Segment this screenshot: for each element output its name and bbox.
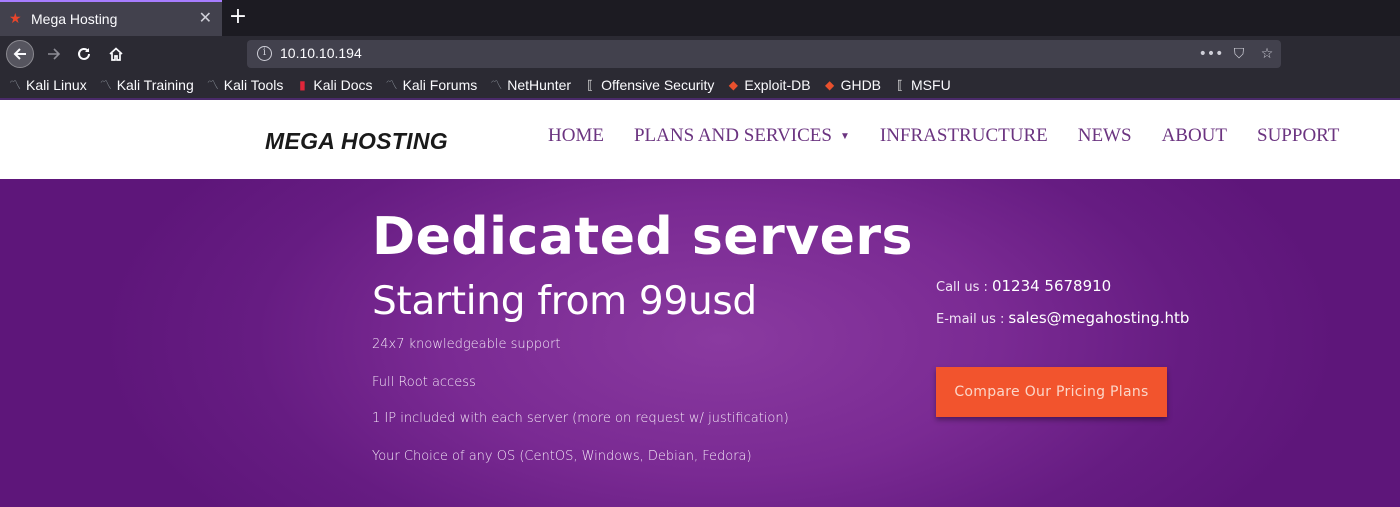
url-actions: ••• ⛉ ☆ <box>1197 40 1281 68</box>
bookmark-kali-linux[interactable]: 〽 Kali Linux <box>8 77 87 93</box>
pocket-icon[interactable]: ⛉ <box>1225 46 1253 62</box>
bookmark-kali-docs[interactable]: ▮ Kali Docs <box>295 77 372 93</box>
reload-button[interactable] <box>70 40 98 68</box>
bookmark-exploit-db[interactable]: ◆ Exploit-DB <box>726 77 811 93</box>
feature-item: Your Choice of any OS (CentOS, Windows, … <box>372 449 752 464</box>
compare-pricing-button[interactable]: Compare Our Pricing Plans <box>936 367 1167 417</box>
menu-plans-and-services[interactable]: PLANS AND SERVICES ▼ <box>634 125 850 147</box>
offsec-icon: ⟦ <box>587 78 594 92</box>
menu-about[interactable]: ABOUT <box>1162 125 1227 147</box>
contact-email: E-mail us : sales@megahosting.htb <box>936 309 1189 327</box>
forward-button[interactable] <box>40 40 68 68</box>
contact-phone: Call us : 01234 5678910 <box>936 277 1111 295</box>
site-header: MEGA HOSTING HOME PLANS AND SERVICES ▼ IN… <box>0 100 1400 179</box>
menu-infrastructure[interactable]: INFRASTRUCTURE <box>880 125 1048 147</box>
star-favicon-icon: ★ <box>9 11 22 27</box>
bookmark-kali-forums[interactable]: 〽 Kali Forums <box>385 77 478 93</box>
kali-dragon-icon: 〽 <box>490 78 503 92</box>
home-icon <box>109 47 123 61</box>
kali-dragon-icon: 〽 <box>385 78 398 92</box>
feature-item: Full Root access <box>372 375 476 390</box>
active-tab[interactable]: ★ Mega Hosting ✕ <box>0 0 222 36</box>
bookmarks-toolbar: 〽 Kali Linux 〽 Kali Training 〽 Kali Tools ▮… <box>0 72 1400 98</box>
site-info-icon[interactable]: i <box>257 46 272 61</box>
bookmark-label: Kali Docs <box>313 77 373 93</box>
new-tab-button[interactable]: + <box>228 6 248 28</box>
bookmark-label: Kali Linux <box>26 77 87 93</box>
kali-docs-icon: ▮ <box>299 78 306 92</box>
bookmark-offensive-security[interactable]: ⟦ Offensive Security <box>583 77 714 93</box>
home-button[interactable] <box>102 40 130 68</box>
site-logo[interactable]: MEGA HOSTING <box>265 128 448 155</box>
menu-support[interactable]: SUPPORT <box>1257 125 1339 147</box>
bookmark-kali-tools[interactable]: 〽 Kali Tools <box>206 77 284 93</box>
bookmark-nethunter[interactable]: 〽 NetHunter <box>489 77 571 93</box>
bookmark-kali-training[interactable]: 〽 Kali Training <box>99 77 194 93</box>
kali-dragon-icon: 〽 <box>206 78 219 92</box>
email-label: E-mail us : <box>936 312 1005 327</box>
menu-news[interactable]: NEWS <box>1078 125 1132 147</box>
reload-icon <box>78 47 90 60</box>
hero-banner: Dedicated servers Starting from 99usd 24… <box>0 179 1400 507</box>
kali-dragon-icon: 〽 <box>99 78 112 92</box>
phone-label: Call us : <box>936 280 988 295</box>
bookmark-label: Exploit-DB <box>744 77 811 93</box>
back-button[interactable] <box>6 40 34 68</box>
main-menu: HOME PLANS AND SERVICES ▼ INFRASTRUCTURE … <box>548 125 1369 147</box>
exploit-db-icon: ◆ <box>728 78 739 92</box>
bookmark-star-icon[interactable]: ☆ <box>1253 46 1281 62</box>
arrow-left-icon <box>13 48 26 60</box>
page-actions-icon[interactable]: ••• <box>1197 46 1225 62</box>
bookmark-label: MSFU <box>911 77 951 93</box>
caret-down-icon: ▼ <box>839 131 850 143</box>
hero-title: Dedicated servers <box>372 207 913 267</box>
bookmark-label: GHDB <box>840 77 882 93</box>
offsec-icon: ⟦ <box>897 78 903 92</box>
bookmark-msfu[interactable]: ⟦ MSFU <box>893 77 951 93</box>
bookmark-label: Kali Training <box>116 77 194 93</box>
feature-item: 24x7 knowledgeable support <box>372 337 561 352</box>
bookmark-ghdb[interactable]: ◆ GHDB <box>823 77 881 93</box>
phone-number[interactable]: 01234 5678910 <box>992 277 1111 295</box>
bookmark-label: NetHunter <box>507 77 572 93</box>
tab-title: Mega Hosting <box>31 11 118 27</box>
close-tab-icon[interactable]: ✕ <box>199 10 212 26</box>
kali-dragon-icon: 〽 <box>8 78 21 92</box>
url-bar[interactable]: i 10.10.10.194 ••• ⛉ ☆ <box>247 40 1281 68</box>
menu-home[interactable]: HOME <box>548 125 604 147</box>
hero-subtitle: Starting from 99usd <box>372 279 757 324</box>
bookmark-label: Offensive Security <box>601 77 715 93</box>
exploit-db-icon: ◆ <box>824 78 835 92</box>
feature-item: 1 IP included with each server (more on … <box>372 411 789 426</box>
arrow-right-icon <box>48 48 61 60</box>
menu-label: PLANS AND SERVICES <box>633 125 832 146</box>
email-address[interactable]: sales@megahosting.htb <box>1008 309 1189 327</box>
tab-bar: ★ Mega Hosting ✕ + <box>0 0 1400 36</box>
bookmark-label: Kali Tools <box>223 77 284 93</box>
bookmark-label: Kali Forums <box>402 77 478 93</box>
url-text[interactable]: 10.10.10.194 <box>280 45 362 61</box>
